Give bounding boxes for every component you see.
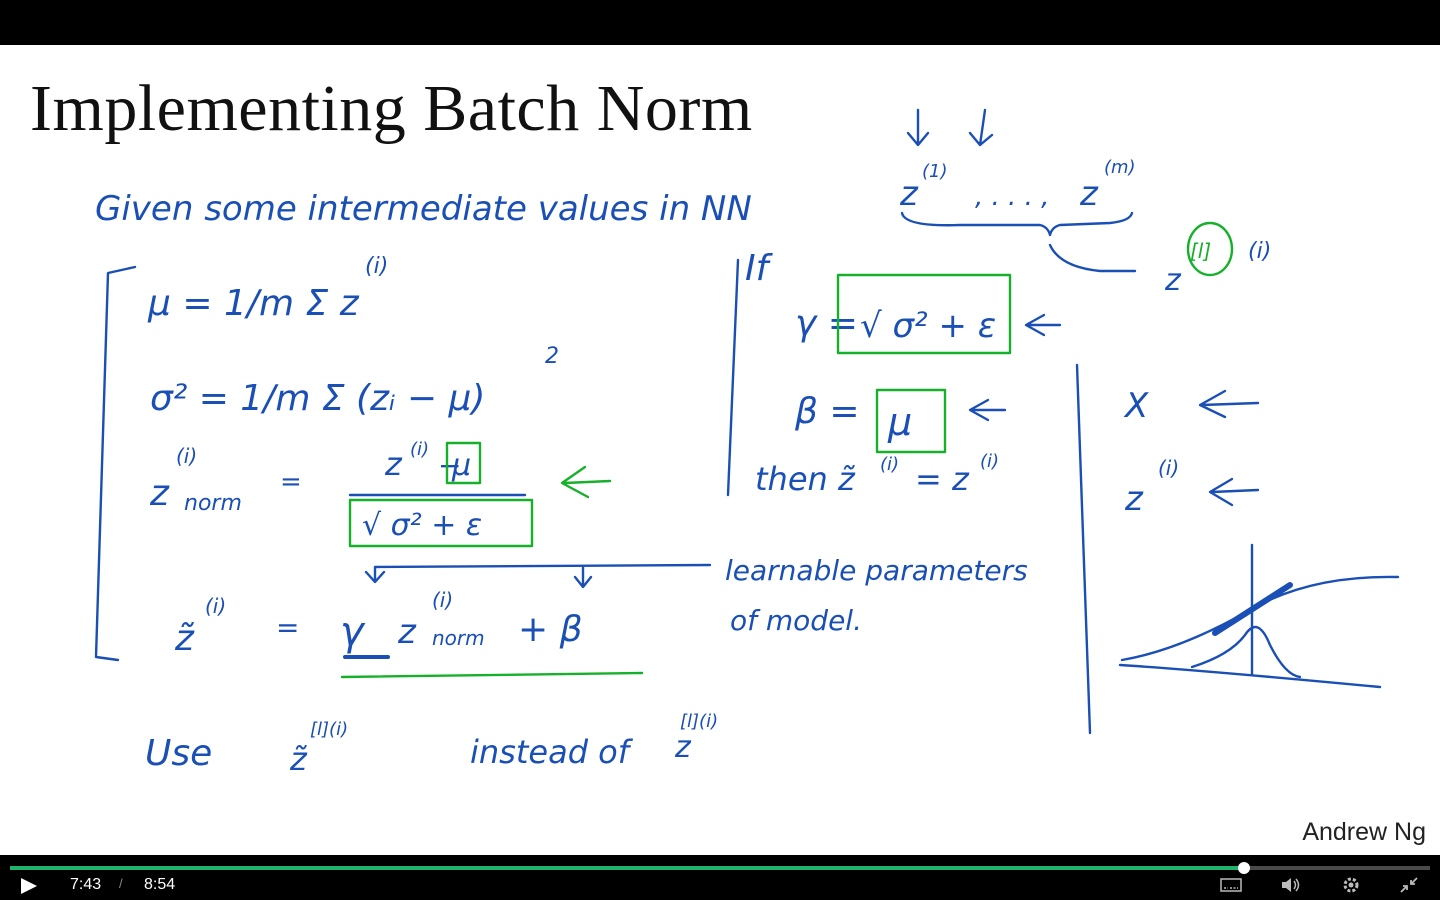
if-block-bar bbox=[726, 258, 740, 497]
if-gamma: γ = bbox=[795, 303, 858, 344]
play-button[interactable] bbox=[18, 877, 40, 895]
instead-sup: [l](i) bbox=[680, 711, 718, 732]
ztilde-z: z bbox=[397, 612, 417, 652]
mu-equation: μ = 1/m Σ z bbox=[147, 283, 360, 324]
ztilde-gamma: γ bbox=[340, 609, 366, 655]
left-arrow-icon bbox=[560, 465, 612, 499]
left-arrow-icon bbox=[1208, 477, 1260, 507]
z-seq-last: z bbox=[1079, 174, 1099, 214]
learnable-line1: learnable parameters bbox=[725, 554, 1028, 587]
settings-button[interactable] bbox=[1340, 876, 1362, 894]
learnable-pointer bbox=[364, 563, 712, 589]
then-text: then z̃ bbox=[755, 460, 856, 498]
author-label: Andrew Ng bbox=[1302, 818, 1426, 846]
left-arrow-icon bbox=[1024, 313, 1062, 337]
down-arrow-icon bbox=[906, 108, 930, 147]
use-sup: [l](i) bbox=[310, 719, 348, 740]
lecture-slide: Implementing Batch Norm Given some inter… bbox=[0, 45, 1440, 855]
learnable-line2: of model. bbox=[730, 604, 862, 637]
z-seq-first-sup: (1) bbox=[922, 161, 948, 182]
if-gamma-boxed: √ σ² + ε bbox=[860, 306, 996, 346]
znorm-equals: = bbox=[280, 467, 302, 497]
brace bbox=[900, 211, 1134, 237]
z-label: z bbox=[1124, 479, 1144, 519]
exit-fullscreen-button[interactable] bbox=[1398, 876, 1420, 894]
use-text: Use bbox=[145, 733, 212, 774]
znorm-numerator: z bbox=[384, 445, 403, 483]
play-icon bbox=[21, 878, 37, 894]
z-seq-dots: , . . . , bbox=[975, 182, 1049, 212]
then-eq-sup: (i) bbox=[980, 451, 999, 472]
sigma-equation-sup: 2 bbox=[545, 344, 559, 369]
captions-button[interactable] bbox=[1220, 876, 1242, 894]
if-beta: β = bbox=[794, 391, 860, 432]
z-seq-last-sup: (m) bbox=[1104, 157, 1136, 178]
progress-bar[interactable] bbox=[10, 862, 1430, 874]
activation-sketch bbox=[1118, 543, 1400, 689]
settings-icon bbox=[1343, 877, 1359, 893]
znorm-denominator: √ σ² + ε bbox=[362, 508, 482, 543]
z-seq-first: z bbox=[899, 174, 919, 214]
mu-equation-sup: (i) bbox=[365, 254, 388, 279]
instead-z: z bbox=[674, 730, 692, 765]
total-time: 8:54 bbox=[144, 876, 176, 893]
znorm-mu-boxed: μ bbox=[451, 448, 471, 483]
then-eq: = z bbox=[915, 460, 970, 498]
left-bracket bbox=[94, 265, 137, 662]
given-line: Given some intermediate values in NN bbox=[95, 189, 752, 229]
z-layer-index: (i) bbox=[1248, 239, 1271, 264]
sigma-equation: σ² = 1/m Σ (zᵢ − μ) bbox=[150, 378, 485, 419]
z-layer-bracket: [l] bbox=[1190, 239, 1211, 263]
znorm-lhs-sub: norm bbox=[184, 491, 242, 516]
x-label: X bbox=[1123, 386, 1149, 426]
znorm-numerator-sup: (i) bbox=[410, 439, 429, 460]
ztilde-z-sup: (i) bbox=[432, 588, 453, 612]
exit-fullscreen-icon bbox=[1400, 877, 1418, 893]
if-label: If bbox=[745, 248, 774, 289]
time-separator: / bbox=[119, 876, 123, 891]
progress-fill bbox=[10, 866, 1244, 870]
current-time: 7:43 bbox=[70, 876, 102, 893]
ztilde-lhs: z̃ bbox=[174, 618, 195, 659]
ztilde-z-sub: norm bbox=[432, 626, 485, 650]
captions-icon bbox=[1220, 878, 1242, 892]
handwritten-annotations: Given some intermediate values in NN z (… bbox=[94, 108, 1400, 778]
znorm-lhs: z bbox=[149, 473, 170, 514]
brace-pointer bbox=[1048, 243, 1137, 273]
then-sup: (i) bbox=[880, 454, 899, 475]
volume-icon bbox=[1282, 878, 1300, 892]
volume-button[interactable] bbox=[1280, 876, 1302, 894]
z-layer: z bbox=[1164, 263, 1182, 298]
ztilde-equals: = bbox=[276, 611, 299, 644]
progress-scrubber[interactable] bbox=[1237, 862, 1250, 874]
sigmoid-curve bbox=[1120, 575, 1400, 662]
video-controls: 7:43 / 8:54 bbox=[0, 855, 1440, 900]
instead-of: instead of bbox=[470, 733, 634, 771]
ztilde-sup: (i) bbox=[205, 594, 226, 618]
gaussian-curve bbox=[1190, 625, 1302, 679]
z-label-sup: (i) bbox=[1158, 456, 1179, 480]
left-arrow-icon bbox=[968, 398, 1007, 422]
if-beta-boxed: μ bbox=[887, 400, 912, 444]
ztilde-underline bbox=[340, 671, 644, 679]
right-divider bbox=[1075, 363, 1092, 735]
ztilde-plus-beta: + β bbox=[518, 609, 583, 650]
sketch-x-axis bbox=[1118, 663, 1382, 689]
znorm-lhs-sup: (i) bbox=[176, 444, 197, 468]
use-z: z̃ bbox=[289, 740, 308, 778]
down-arrow-icon bbox=[968, 108, 994, 147]
left-arrow-icon bbox=[1198, 389, 1260, 419]
